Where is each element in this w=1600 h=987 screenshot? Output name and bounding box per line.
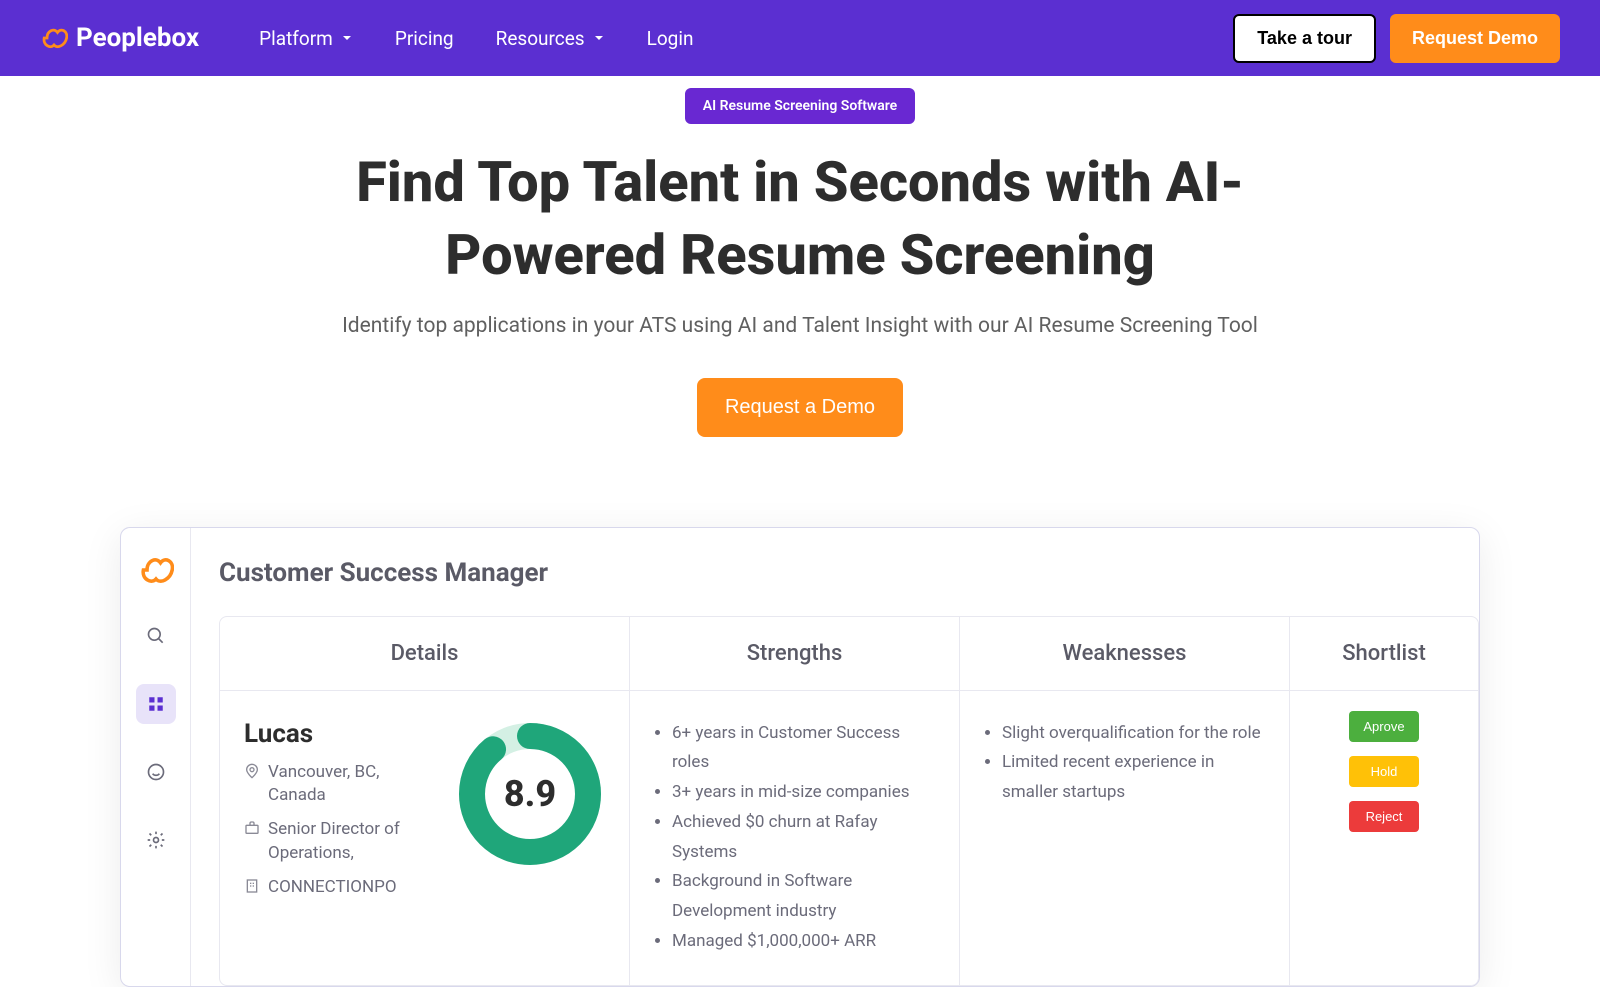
settings-icon[interactable]	[136, 820, 176, 860]
reject-button[interactable]: Reject	[1349, 801, 1419, 832]
role-text: Senior Director of Operations,	[268, 818, 431, 866]
content: Customer Success Manager Details Strengt…	[191, 528, 1479, 986]
list-item: Achieved $0 churn at Rafay Systems	[672, 808, 935, 868]
candidate-name: Lucas	[244, 719, 431, 749]
take-tour-button[interactable]: Take a tour	[1233, 14, 1376, 63]
nav-login[interactable]: Login	[647, 27, 694, 50]
cell-strengths: 6+ years in Customer Success roles 3+ ye…	[630, 691, 960, 985]
candidate-location: Vancouver, BC, Canada	[244, 761, 431, 809]
th-weaknesses: Weaknesses	[960, 617, 1290, 690]
sidebar	[121, 528, 191, 986]
cell-shortlist: Aprove Hold Reject	[1290, 691, 1478, 985]
location-text: Vancouver, BC, Canada	[268, 761, 431, 809]
search-icon[interactable]	[136, 616, 176, 656]
hero-title: Find Top Talent in Seconds with AI-Power…	[250, 146, 1350, 292]
building-icon	[244, 878, 260, 894]
app-logo-icon	[138, 552, 174, 588]
hero-badge: AI Resume Screening Software	[685, 88, 915, 124]
location-icon	[244, 763, 260, 779]
chevron-down-icon	[593, 32, 605, 44]
nav-resources[interactable]: Resources	[496, 27, 605, 50]
table-head: Details Strengths Weaknesses Shortlist	[220, 617, 1478, 691]
preview-wrapper: Customer Success Manager Details Strengt…	[100, 527, 1500, 987]
th-strengths: Strengths	[630, 617, 960, 690]
strengths-list: 6+ years in Customer Success roles 3+ ye…	[654, 719, 935, 957]
nav-resources-label: Resources	[496, 27, 585, 50]
nav-pricing-label: Pricing	[395, 27, 454, 50]
nav-right: Take a tour Request Demo	[1233, 14, 1560, 63]
logo-text: Peoplebox	[76, 23, 199, 53]
list-item: Slight overqualification for the role	[1002, 719, 1265, 749]
navbar: Peoplebox Platform Pricing Resources Log…	[0, 0, 1600, 76]
weaknesses-list: Slight overqualification for the role Li…	[984, 719, 1265, 808]
list-item: Managed $1,000,000+ ARR	[672, 927, 935, 957]
table-row: Lucas Vancouver, BC, Canada Senior Direc…	[220, 691, 1478, 985]
candidate-info: Lucas Vancouver, BC, Canada Senior Direc…	[244, 719, 431, 957]
hold-button[interactable]: Hold	[1349, 756, 1419, 787]
nav-pricing[interactable]: Pricing	[395, 27, 454, 50]
nav-platform-label: Platform	[259, 27, 333, 50]
logo[interactable]: Peoplebox	[40, 23, 199, 53]
th-shortlist: Shortlist	[1290, 617, 1478, 690]
cell-details: Lucas Vancouver, BC, Canada Senior Direc…	[220, 691, 630, 985]
chevron-down-icon	[341, 32, 353, 44]
request-demo-button[interactable]: Request Demo	[1390, 14, 1560, 63]
approve-button[interactable]: Aprove	[1349, 711, 1419, 742]
cell-weaknesses: Slight overqualification for the role Li…	[960, 691, 1290, 985]
th-details: Details	[220, 617, 630, 690]
job-title: Customer Success Manager	[219, 558, 1479, 588]
company-text: CONNECTIONPO	[268, 876, 397, 900]
logo-icon	[40, 24, 68, 52]
score-value: 8.9	[504, 773, 556, 815]
chat-icon[interactable]	[136, 752, 176, 792]
list-item: 6+ years in Customer Success roles	[672, 719, 935, 779]
nav-left: Peoplebox Platform Pricing Resources Log…	[40, 23, 693, 53]
candidate-company: CONNECTIONPO	[244, 876, 431, 900]
nav-links: Platform Pricing Resources Login	[259, 27, 693, 50]
app-preview: Customer Success Manager Details Strengt…	[120, 527, 1480, 987]
grid-icon[interactable]	[136, 684, 176, 724]
briefcase-icon	[244, 820, 260, 836]
nav-platform[interactable]: Platform	[259, 27, 353, 50]
list-item: 3+ years in mid-size companies	[672, 778, 935, 808]
hero: AI Resume Screening Software Find Top Ta…	[0, 76, 1600, 477]
score-ring: 8.9	[455, 719, 605, 869]
list-item: Limited recent experience in smaller sta…	[1002, 748, 1265, 808]
nav-login-label: Login	[647, 27, 694, 50]
list-item: Background in Software Development indus…	[672, 867, 935, 927]
request-demo-cta[interactable]: Request a Demo	[697, 378, 903, 437]
hero-subtitle: Identify top applications in your ATS us…	[20, 314, 1580, 338]
candidate-table: Details Strengths Weaknesses Shortlist L…	[219, 616, 1479, 986]
candidate-role: Senior Director of Operations,	[244, 818, 431, 866]
